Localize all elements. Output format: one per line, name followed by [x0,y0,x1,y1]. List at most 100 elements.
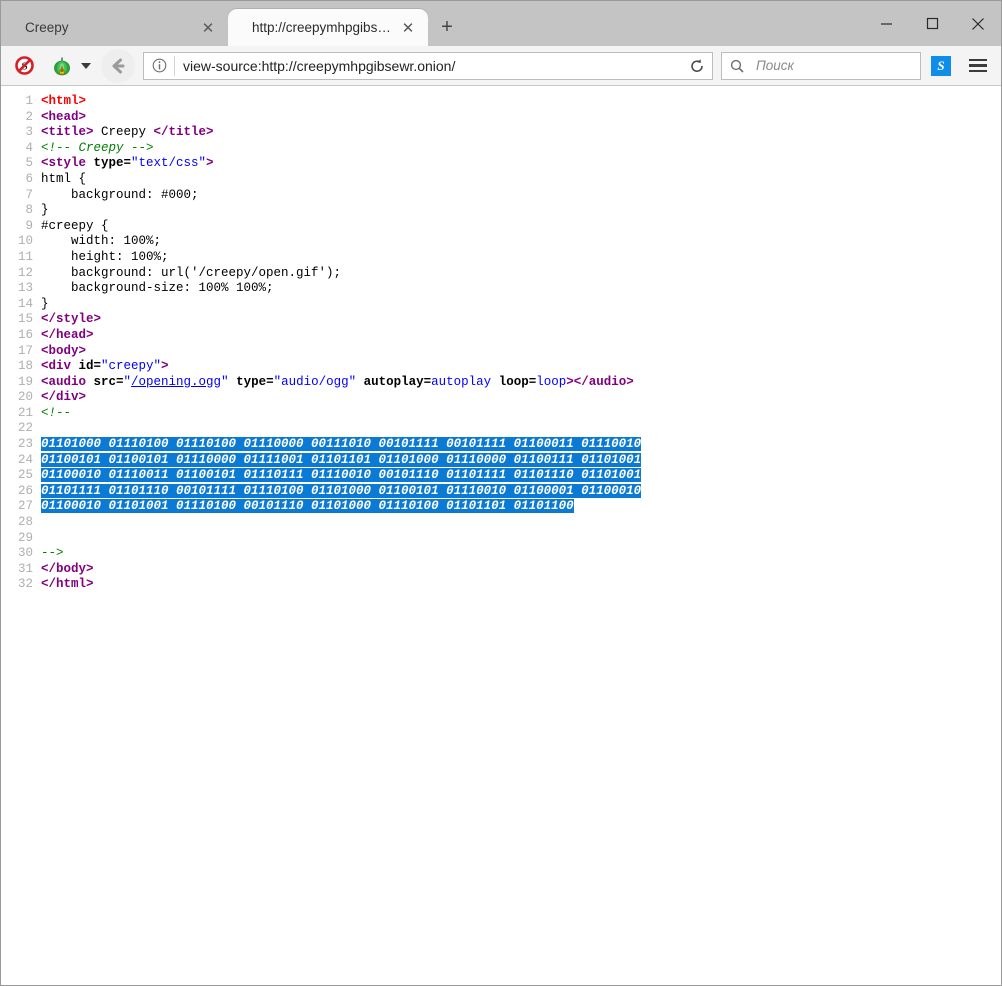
line-number: 24 [1,453,41,469]
skype-icon[interactable]: S [931,56,951,76]
line-content[interactable] [41,515,1001,531]
line-content[interactable]: <!-- Creepy --> [41,141,1001,157]
minimize-icon[interactable] [863,9,909,39]
line-content[interactable]: 01100101 01100101 01110000 01111001 0110… [41,453,1001,469]
view-source-content[interactable]: 1<html>2<head>3<title> Creepy </title>4<… [1,86,1001,985]
maximize-icon[interactable] [909,9,955,39]
code-token: loop= [499,375,537,389]
source-line: 2701100010 01101001 01110100 00101110 01… [1,499,1001,515]
line-number: 4 [1,141,41,157]
line-content[interactable]: #creepy { [41,219,1001,235]
source-line: 31</body> [1,562,1001,578]
line-content[interactable]: html { [41,172,1001,188]
code-token: > [566,375,574,389]
line-number: 7 [1,188,41,204]
tab-bar: Creepy ✕ http://creepymhpgibsewr.oni... … [1,1,1001,46]
line-content[interactable]: 01100010 01101001 01110100 00101110 0110… [41,499,1001,515]
code-token: } [41,297,49,311]
code-token: id= [79,359,102,373]
source-line: 12 background: url('/creepy/open.gif'); [1,266,1001,282]
line-content[interactable]: <style type="text/css"> [41,156,1001,172]
line-content[interactable]: </style> [41,312,1001,328]
line-content[interactable]: height: 100%; [41,250,1001,266]
line-content[interactable]: } [41,203,1001,219]
selected-binary-text: 01100010 01101001 01110100 00101110 0110… [41,499,574,513]
source-line: 6html { [1,172,1001,188]
code-token: </body> [41,562,94,576]
tab-view-source[interactable]: http://creepymhpgibsewr.oni... ✕ [228,9,428,46]
close-icon[interactable]: ✕ [198,18,218,38]
line-number: 11 [1,250,41,266]
line-content[interactable]: </div> [41,390,1001,406]
new-tab-button[interactable]: + [430,9,464,46]
line-number: 17 [1,344,41,360]
line-content[interactable]: <html> [41,94,1001,110]
code-token: <div [41,359,79,373]
line-content[interactable]: background-size: 100% 100%; [41,281,1001,297]
code-token: background: #000; [41,188,199,202]
line-content[interactable]: <div id="creepy"> [41,359,1001,375]
source-line: 5<style type="text/css"> [1,156,1001,172]
info-icon[interactable] [144,53,174,79]
code-token: src= [94,375,124,389]
code-token: </audio> [574,375,634,389]
line-content[interactable]: <head> [41,110,1001,126]
close-icon[interactable] [955,9,1001,39]
torbutton[interactable] [47,51,91,81]
reload-icon[interactable] [682,53,712,79]
line-number: 5 [1,156,41,172]
source-line: 2401100101 01100101 01110000 01111001 01… [1,453,1001,469]
back-button[interactable] [101,49,135,83]
line-content[interactable]: <title> Creepy </title> [41,125,1001,141]
line-content[interactable]: </html> [41,577,1001,593]
code-token: autoplay= [364,375,432,389]
code-token: <title> [41,125,94,139]
search-placeholder: Поиск [752,58,794,73]
source-line: 11 height: 100%; [1,250,1001,266]
address-bar[interactable]: view-source:http://creepymhpgibsewr.onio… [143,52,713,80]
source-line: 22 [1,421,1001,437]
source-line: 29 [1,531,1001,547]
line-content[interactable]: } [41,297,1001,313]
tab-creepy[interactable]: Creepy ✕ [1,9,228,46]
code-token: --> [41,546,64,560]
source-line: 32</html> [1,577,1001,593]
onion-icon [47,51,77,81]
source-line: 9#creepy { [1,219,1001,235]
url-text[interactable]: view-source:http://creepymhpgibsewr.onio… [175,58,682,74]
search-input[interactable]: Поиск [721,52,921,80]
line-number: 8 [1,203,41,219]
code-token: <!-- Creepy --> [41,141,154,155]
code-token: </div> [41,390,86,404]
code-token: > [161,359,169,373]
noscript-icon[interactable]: S [9,51,39,81]
line-content[interactable]: <audio src="/opening.ogg" type="audio/og… [41,375,1001,391]
line-number: 29 [1,531,41,547]
line-content[interactable]: --> [41,546,1001,562]
close-icon[interactable]: ✕ [398,18,418,38]
line-content[interactable]: <body> [41,344,1001,360]
source-line: 14} [1,297,1001,313]
line-content[interactable]: background: #000; [41,188,1001,204]
line-content[interactable] [41,531,1001,547]
code-token: "text/css" [131,156,206,170]
line-content[interactable]: 01101000 01110100 01110100 01110000 0011… [41,437,1001,453]
code-token: <audio [41,375,94,389]
source-line: 15</style> [1,312,1001,328]
line-number: 32 [1,577,41,593]
code-token: " [221,375,229,389]
line-content[interactable] [41,421,1001,437]
line-content[interactable]: width: 100%; [41,234,1001,250]
hamburger-menu-icon[interactable] [963,51,993,81]
line-number: 1 [1,94,41,110]
source-line: 16</head> [1,328,1001,344]
line-content[interactable]: </head> [41,328,1001,344]
line-number: 20 [1,390,41,406]
line-content[interactable]: 01101111 01101110 00101111 01110100 0110… [41,484,1001,500]
source-line: 2501100010 01110011 01100101 01110111 01… [1,468,1001,484]
line-content[interactable]: <!-- [41,406,1001,422]
line-content[interactable]: 01100010 01110011 01100101 01110111 0111… [41,468,1001,484]
line-content[interactable]: background: url('/creepy/open.gif'); [41,266,1001,282]
line-number: 27 [1,499,41,515]
line-content[interactable]: </body> [41,562,1001,578]
